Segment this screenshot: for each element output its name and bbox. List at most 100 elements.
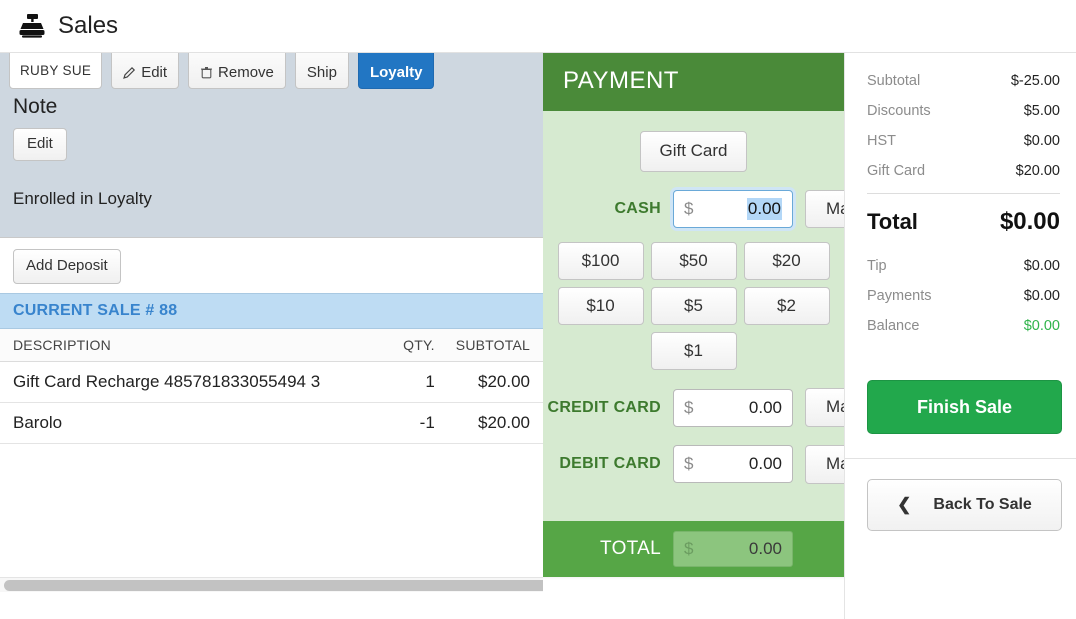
sale-items-table: DESCRIPTION QTY. SUBTOTAL Gift Card Rech…: [0, 329, 543, 444]
summary-label-gift-card: Gift Card: [867, 163, 926, 179]
customer-panel: RUBY SUE Edit Remove Ship Loyalty Note E…: [0, 53, 543, 237]
item-subtotal: $20.00: [442, 361, 543, 403]
payment-total-label: TOTAL: [600, 538, 661, 559]
summary-label-subtotal: Subtotal: [867, 73, 921, 89]
denomination-5-button[interactable]: $5: [650, 287, 737, 326]
credit-card-currency-symbol: $: [684, 397, 694, 417]
summary-label-hst: HST: [867, 133, 896, 149]
denomination-20-button[interactable]: $20: [743, 242, 830, 281]
note-edit-wrapper: Edit: [0, 119, 543, 161]
summary-row-hst: HST $0.00: [867, 133, 1060, 149]
denomination-10-button[interactable]: $10: [557, 287, 644, 326]
cash-label: CASH: [614, 199, 661, 217]
cash-currency-symbol: $: [684, 199, 694, 219]
credit-card-input[interactable]: $ 0.00: [673, 388, 793, 427]
payment-total-input[interactable]: $ 0.00: [673, 531, 793, 567]
horizontal-scrollbar[interactable]: [0, 577, 543, 592]
denomination-row-1: $100 $50 $20: [551, 242, 836, 281]
summary-row-total: Total $0.00: [867, 208, 1060, 236]
add-deposit-button[interactable]: Add Deposit: [13, 249, 121, 284]
loyalty-status-text: Enrolled in Loyalty: [13, 188, 152, 208]
remove-customer-button[interactable]: Remove: [188, 53, 286, 89]
summary-value-total: $0.00: [999, 208, 1060, 235]
payment-panel: PAYMENT Gift Card CASH $ 0.00 Max $100 $…: [543, 53, 844, 577]
summary-row-subtotal: Subtotal $-25.00: [867, 73, 1060, 89]
cash-max-button[interactable]: Max: [805, 189, 844, 229]
summary-value-discounts: $5.00: [1023, 103, 1060, 119]
payment-total-bar: TOTAL $ 0.00: [543, 521, 844, 577]
debit-card-input-value: 0.00: [748, 454, 782, 474]
credit-card-max-button[interactable]: Max: [805, 388, 844, 428]
finish-sale-button[interactable]: Finish Sale: [867, 380, 1062, 434]
denomination-2-button[interactable]: $2: [743, 287, 830, 326]
item-qty: -1: [384, 402, 443, 444]
debit-card-input[interactable]: $ 0.00: [673, 445, 793, 484]
summary-column: Subtotal $-25.00 Discounts $5.00 HST $0.…: [844, 53, 1076, 619]
column-header-subtotal: SUBTOTAL: [442, 329, 543, 362]
payment-panel-title: PAYMENT: [543, 53, 844, 111]
debit-card-max-button[interactable]: Max: [805, 445, 844, 484]
summary-label-balance: Balance: [867, 318, 920, 334]
cash-input-value: 0.00: [746, 198, 782, 221]
remove-customer-label: Remove: [218, 63, 274, 81]
summary-label-payments: Payments: [867, 288, 932, 304]
credit-card-input-value: 0.00: [748, 397, 782, 417]
summary-label-total: Total: [867, 209, 918, 234]
summary-value-gift-card: $20.00: [1015, 163, 1060, 179]
denomination-50-button[interactable]: $50: [650, 242, 737, 281]
cash-register-icon: [18, 13, 46, 39]
table-row[interactable]: Gift Card Recharge 485781833055494 3 1 $…: [0, 361, 543, 403]
cash-payment-row: CASH $ 0.00 Max: [543, 189, 844, 229]
app-header: Sales: [0, 0, 1076, 53]
debit-card-label: DEBIT CARD: [559, 455, 661, 473]
debit-card-payment-row: DEBIT CARD $ 0.00 Max: [543, 445, 844, 484]
credit-card-label: CREDIT CARD: [547, 398, 661, 416]
credit-card-payment-row: CREDIT CARD $ 0.00 Max: [543, 388, 844, 428]
payment-total-value: 0.00: [748, 539, 782, 558]
denomination-100-button[interactable]: $100: [557, 242, 644, 281]
customer-toolbar: RUBY SUE Edit Remove Ship Loyalty: [0, 53, 543, 89]
trash-icon: [200, 66, 213, 79]
loyalty-button[interactable]: Loyalty: [357, 53, 435, 89]
summary-value-balance: $0.00: [1023, 318, 1060, 334]
item-qty: 1: [384, 361, 443, 403]
item-description: Gift Card Recharge 485781833055494 3: [0, 361, 385, 403]
note-heading: Note: [13, 95, 58, 118]
customer-name-button[interactable]: RUBY SUE: [9, 53, 103, 89]
edit-customer-button[interactable]: Edit: [111, 53, 180, 89]
payment-column: PAYMENT Gift Card CASH $ 0.00 Max $100 $…: [543, 53, 844, 619]
current-sale-header: CURRENT SALE # 88: [0, 293, 543, 329]
summary-row-tip: Tip $0.00: [867, 258, 1060, 274]
summary-label-discounts: Discounts: [867, 103, 931, 119]
chevron-left-icon: ❮: [897, 495, 912, 515]
column-header-qty: QTY.: [384, 329, 443, 362]
ship-button[interactable]: Ship: [294, 53, 349, 89]
summary-row-balance: Balance $0.00: [867, 318, 1060, 334]
item-description: Barolo: [0, 402, 385, 444]
item-subtotal: $20.00: [442, 402, 543, 444]
back-to-sale-button[interactable]: ❮ Back To Sale: [867, 479, 1062, 531]
summary-divider: [867, 193, 1060, 194]
edit-customer-label: Edit: [141, 63, 168, 81]
summary-label-tip: Tip: [867, 258, 887, 274]
back-to-sale-label: Back To Sale: [933, 495, 1032, 513]
sale-left-column: RUBY SUE Edit Remove Ship Loyalty Note E…: [0, 53, 543, 619]
deposit-bar: Add Deposit: [0, 237, 543, 293]
column-header-description: DESCRIPTION: [0, 329, 385, 362]
table-row[interactable]: Barolo -1 $20.00: [0, 402, 543, 444]
main-body: RUBY SUE Edit Remove Ship Loyalty Note E…: [0, 53, 1076, 619]
edit-note-button[interactable]: Edit: [13, 128, 67, 161]
denomination-1-button[interactable]: $1: [650, 332, 737, 371]
cash-input[interactable]: $ 0.00: [673, 190, 793, 229]
summary-value-subtotal: $-25.00: [1010, 73, 1060, 89]
summary-row-payments: Payments $0.00: [867, 288, 1060, 304]
summary-value-tip: $0.00: [1023, 258, 1060, 274]
payment-total-currency-symbol: $: [684, 539, 694, 558]
gift-card-button[interactable]: Gift Card: [640, 131, 747, 172]
summary-row-discounts: Discounts $5.00: [867, 103, 1060, 119]
horizontal-scrollbar-thumb[interactable]: [4, 580, 543, 591]
page-title: Sales: [58, 12, 119, 39]
pencil-icon: [123, 66, 136, 79]
gift-card-row: Gift Card: [543, 111, 844, 172]
summary-divider-2: [845, 458, 1076, 459]
